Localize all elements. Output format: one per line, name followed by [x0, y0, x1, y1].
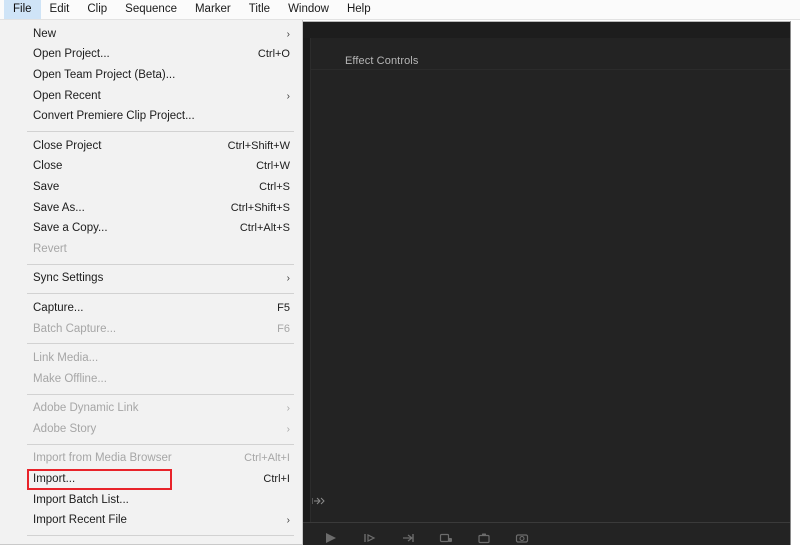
menu-item-shortcut: Ctrl+Alt+S — [239, 222, 290, 235]
menu-item-shortcut: F6 — [277, 322, 290, 335]
menu-item-label: Import from Media Browser — [33, 452, 172, 465]
menu-item-save-as[interactable]: Save As... Ctrl+Shift+S — [0, 198, 302, 219]
menu-item-shortcut: Ctrl+O — [257, 48, 290, 61]
menu-separator — [27, 130, 294, 132]
menubar-item-sequence[interactable]: Sequence — [116, 0, 186, 19]
menu-item-make-offline: Make Offline... — [0, 369, 302, 390]
menubar-item-help[interactable]: Help — [338, 0, 380, 19]
menu-item-shortcut: Ctrl+Shift+S — [230, 201, 290, 214]
menu-item-import-from-media-browser: Import from Media Browser Ctrl+Alt+I — [0, 449, 302, 470]
menu-item-label: Batch Capture... — [33, 322, 117, 335]
menu-item-label: Save — [33, 180, 60, 193]
panel-divider — [303, 69, 790, 70]
menu-item-shortcut: Ctrl+Shift+W — [227, 139, 290, 152]
menubar-item-marker[interactable]: Marker — [186, 0, 240, 19]
tab-effect-controls[interactable]: Effect Controls — [345, 55, 418, 67]
menu-separator — [27, 443, 294, 445]
menu-item-open-recent[interactable]: Open Recent › — [0, 86, 302, 107]
effect-controls-panel: Effect Controls — [302, 21, 791, 545]
menu-item-label: Convert Premiere Clip Project... — [33, 110, 195, 123]
transport-controls — [325, 530, 529, 544]
menu-item-label: Adobe Story — [33, 422, 97, 435]
premiere-pro-application-window: Effect Controls File Edit Clip Sequence … — [0, 0, 800, 545]
menu-item-label: Open Recent — [33, 89, 101, 102]
menu-separator — [27, 293, 294, 295]
menu-item-close-project[interactable]: Close Project Ctrl+Shift+W — [0, 136, 302, 157]
menu-item-link-media: Link Media... — [0, 348, 302, 369]
chevron-right-icon: › — [286, 273, 290, 285]
menu-item-save-a-copy[interactable]: Save a Copy... Ctrl+Alt+S — [0, 218, 302, 239]
menu-item-label: New — [33, 27, 57, 40]
menu-item-convert-premiere-clip-project[interactable]: Convert Premiere Clip Project... — [0, 106, 302, 127]
menu-item-capture[interactable]: Capture... F5 — [0, 298, 302, 319]
menu-bar: File Edit Clip Sequence Marker Title Window Hel… — [0, 0, 800, 20]
menu-item-label: Make Offline... — [33, 372, 107, 385]
menu-item-label: Open Team Project (Beta)... — [33, 68, 176, 81]
menu-item-label: Import Batch List... — [33, 493, 129, 506]
menu-item-label: Link Media... — [33, 352, 99, 365]
menu-item-close[interactable]: Close Ctrl+W — [0, 157, 302, 178]
playhead-marker-icon — [311, 497, 326, 507]
menu-item-revert: Revert — [0, 239, 302, 260]
menu-item-label: Save a Copy... — [33, 222, 108, 235]
chevron-right-icon: › — [286, 403, 290, 415]
chevron-right-icon: › — [286, 515, 290, 527]
menu-item-shortcut: F5 — [277, 301, 290, 314]
menu-item-save[interactable]: Save Ctrl+S — [0, 177, 302, 198]
camera-icon[interactable] — [515, 532, 529, 544]
menu-item-label: Capture... — [33, 301, 84, 314]
menu-item-label: Save As... — [33, 201, 85, 214]
play-in-to-out-icon[interactable] — [325, 532, 339, 544]
menubar-item-title[interactable]: Title — [240, 0, 279, 19]
step-back-icon[interactable] — [363, 532, 377, 544]
chevron-right-icon: › — [286, 423, 290, 435]
menu-item-label: Import Recent File — [33, 514, 127, 527]
menu-item-label: Adobe Dynamic Link — [33, 402, 139, 415]
menu-item-export[interactable]: Export› — [0, 540, 302, 545]
menu-item-label: Revert — [33, 242, 67, 255]
export-frame-icon[interactable] — [477, 532, 491, 544]
menu-separator — [27, 263, 294, 265]
menubar-item-file[interactable]: File — [4, 0, 41, 19]
menu-item-new[interactable]: New › — [0, 24, 302, 45]
menu-item-import-batch-list[interactable]: Import Batch List... — [0, 490, 302, 511]
chevron-right-icon: › — [286, 28, 290, 40]
menu-item-open-team-project-beta[interactable]: Open Team Project (Beta)... — [0, 65, 302, 86]
add-marker-icon[interactable] — [439, 532, 453, 544]
menu-item-label: Open Project... — [33, 48, 110, 61]
menubar-item-edit[interactable]: Edit — [41, 0, 79, 19]
menu-item-sync-settings[interactable]: Sync Settings › — [0, 269, 302, 290]
menu-item-batch-capture: Batch Capture... F6 — [0, 319, 302, 340]
menu-item-shortcut: Ctrl+Alt+I — [244, 452, 290, 465]
step-forward-icon[interactable] — [401, 532, 415, 544]
menubar-item-window[interactable]: Window — [279, 0, 338, 19]
menu-item-import[interactable]: Import... Ctrl+I — [0, 469, 302, 490]
menu-item-label: Close — [33, 160, 63, 173]
panel-left-gutter — [303, 38, 311, 545]
transport-bar — [303, 522, 790, 545]
chevron-right-icon: › — [286, 90, 290, 102]
menubar-item-clip[interactable]: Clip — [78, 0, 116, 19]
menu-item-adobe-dynamic-link: Adobe Dynamic Link › — [0, 399, 302, 420]
menu-item-shortcut: Ctrl+S — [259, 180, 290, 193]
file-dropdown-menu: New › Open Project... Ctrl+O Open Team Proje… — [0, 20, 303, 545]
menu-item-open-project[interactable]: Open Project... Ctrl+O — [0, 45, 302, 66]
menu-item-shortcut: Ctrl+W — [256, 160, 290, 173]
menu-item-shortcut: Ctrl+I — [263, 473, 290, 486]
menu-item-adobe-story: Adobe Story › — [0, 419, 302, 440]
menu-separator — [27, 535, 294, 537]
menu-item-label: Sync Settings — [33, 272, 104, 285]
panel-tab-strip — [303, 22, 790, 38]
menu-separator — [27, 343, 294, 345]
menu-item-label: Close Project — [33, 139, 102, 152]
menu-item-label: Import... — [33, 473, 76, 486]
menu-item-import-recent-file[interactable]: Import Recent File › — [0, 510, 302, 531]
menu-separator — [27, 393, 294, 395]
